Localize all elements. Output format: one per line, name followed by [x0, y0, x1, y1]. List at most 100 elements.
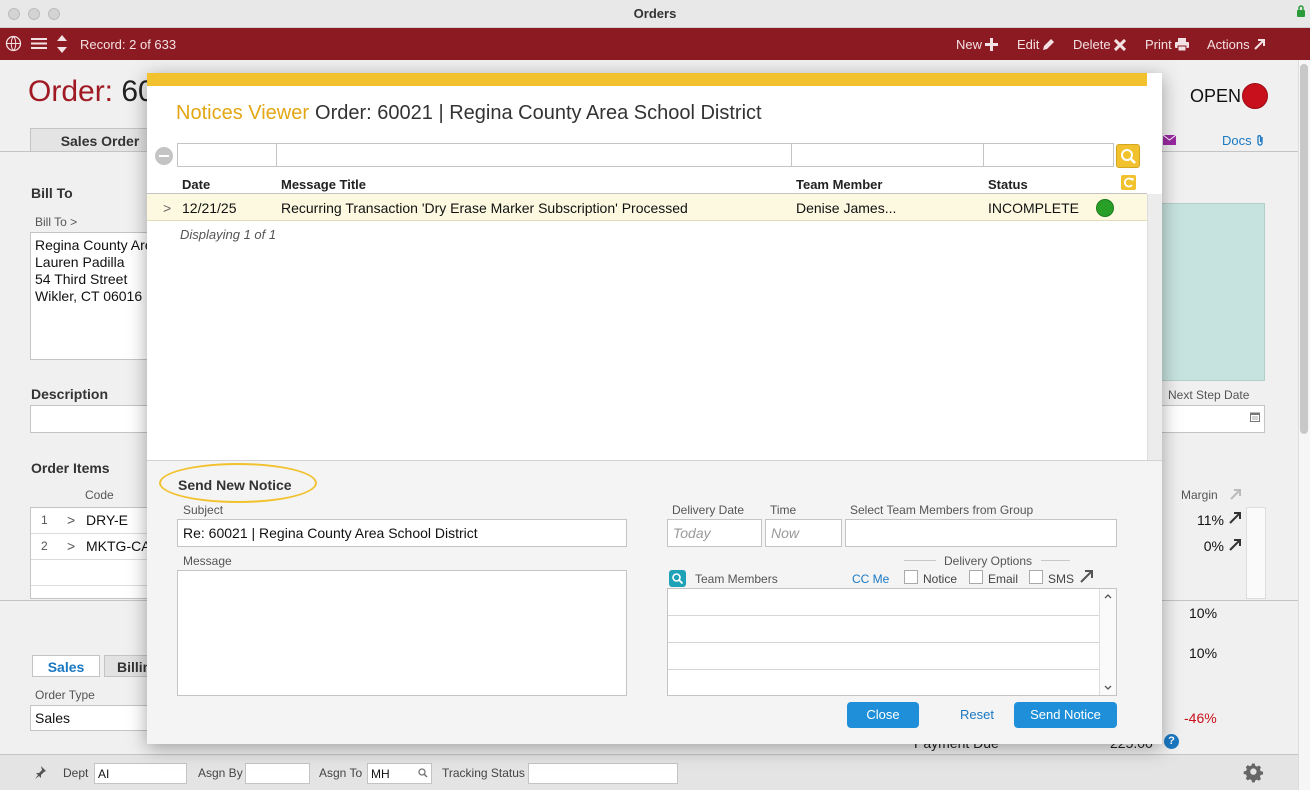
lock-icon	[1297, 5, 1305, 17]
docs-label: Docs	[1222, 133, 1252, 148]
reset-button[interactable]: Reset	[960, 707, 994, 722]
edit-button[interactable]: Edit	[1017, 37, 1055, 52]
x-icon	[1113, 38, 1126, 51]
bill-to-link[interactable]: Bill To >	[35, 215, 77, 229]
close-button[interactable]: Close	[847, 702, 919, 728]
title-filter-input[interactable]	[276, 143, 792, 167]
pin-icon[interactable]	[33, 765, 47, 779]
member-filter-input[interactable]	[791, 143, 984, 167]
delivery-date-field[interactable]: Today	[667, 519, 762, 547]
main-scrollbar-thumb[interactable]	[1300, 64, 1308, 434]
bill-to-section-label: Bill To	[31, 185, 73, 201]
row-expand-chevron[interactable]: >	[67, 512, 75, 528]
record-counter: Record: 2 of 633	[80, 37, 177, 52]
item-code: DRY-E	[86, 512, 129, 528]
delete-label: Delete	[1073, 37, 1111, 52]
date-column-header[interactable]: Date	[182, 177, 210, 192]
envelope-icon	[1162, 134, 1177, 145]
status-filter-input[interactable]	[983, 143, 1114, 167]
subject-label: Subject	[183, 503, 224, 517]
calendar-icon[interactable]	[1250, 412, 1260, 422]
arrow-up-right-icon	[1253, 39, 1265, 50]
delete-button[interactable]: Delete	[1073, 37, 1126, 52]
row-index: 2	[41, 539, 48, 553]
list-item[interactable]	[668, 616, 1100, 643]
table-row[interactable]: 2 > MKTG-CAT	[31, 534, 158, 560]
bill-to-line: Lauren Padilla	[35, 254, 125, 270]
date-filter-input[interactable]	[177, 143, 277, 167]
tracking-status-field[interactable]	[528, 763, 678, 784]
subject-field[interactable]: Re: 60021 | Regina County Area School Di…	[177, 519, 627, 547]
list-item[interactable]	[668, 589, 1100, 616]
team-members-list[interactable]	[667, 588, 1117, 696]
ship-to-panel	[1160, 203, 1265, 381]
title-column-header[interactable]: Message Title	[281, 177, 366, 192]
list-item[interactable]	[668, 643, 1100, 670]
arrow-up-right-icon[interactable]	[1229, 512, 1241, 524]
team-group-select[interactable]	[845, 519, 1117, 547]
chevron-down-icon[interactable]	[1104, 685, 1112, 691]
order-type-label: Order Type	[35, 688, 95, 702]
delivery-date-label: Delivery Date	[672, 503, 745, 517]
search-icon	[672, 573, 684, 585]
row-expand-chevron[interactable]: >	[67, 538, 75, 554]
notice-checkbox[interactable]	[904, 570, 918, 584]
order-items-scrollbar[interactable]	[1246, 507, 1266, 599]
team-members-search-button[interactable]	[669, 570, 686, 587]
sms-checkbox[interactable]	[1029, 570, 1043, 584]
description-field[interactable]	[30, 405, 155, 433]
globe-icon[interactable]	[5, 35, 22, 52]
search-icon[interactable]	[418, 768, 428, 778]
table-row[interactable]: 1 > DRY-E	[31, 508, 156, 534]
cc-me-link[interactable]: CC Me	[852, 572, 889, 586]
select-group-label: Select Team Members from Group	[850, 503, 1034, 517]
arrow-up-right-icon[interactable]	[1229, 539, 1241, 551]
table-row[interactable]: > 12/21/25 Recurring Transaction 'Dry Er…	[147, 194, 1147, 221]
order-items-table: 1 > DRY-E 2 > MKTG-CAT	[30, 507, 158, 599]
message-field[interactable]	[177, 570, 627, 696]
refresh-icon	[1123, 177, 1134, 188]
asgn-to-label: Asgn To	[319, 766, 363, 780]
notices-list-scrollbar[interactable]	[1147, 194, 1162, 460]
new-button[interactable]: New	[956, 37, 999, 52]
refresh-button[interactable]	[1121, 175, 1136, 190]
order-title: Order: 60	[28, 75, 155, 109]
status-column-header[interactable]: Status	[988, 177, 1028, 192]
team-members-scrollbar[interactable]	[1099, 589, 1116, 695]
search-button[interactable]	[1116, 144, 1140, 168]
email-option-label: Email	[988, 572, 1019, 586]
send-notice-button[interactable]: Send Notice	[1014, 702, 1117, 728]
member-column-header[interactable]: Team Member	[796, 177, 882, 192]
arrow-up-right-icon[interactable]	[1080, 570, 1093, 583]
email-checkbox[interactable]	[969, 570, 983, 584]
time-field[interactable]: Now	[765, 519, 842, 547]
arrow-up-right-icon[interactable]	[1230, 489, 1241, 500]
bill-to-line: 54 Third Street	[35, 271, 128, 287]
asgn-by-field[interactable]	[245, 763, 310, 784]
table-row[interactable]	[31, 560, 156, 586]
order-type-field[interactable]: Sales	[30, 705, 155, 731]
chevron-up-icon[interactable]	[1104, 593, 1112, 599]
tab-docs[interactable]: Docs	[1222, 133, 1265, 148]
printer-icon	[1174, 38, 1189, 51]
new-label: New	[956, 37, 983, 52]
order-title-label: Order:	[28, 75, 114, 108]
notices-viewer-dialog: Notices Viewer Order: 60021 | Regina Coun…	[147, 73, 1162, 744]
help-icon[interactable]: ?	[1164, 734, 1179, 749]
code-column-header: Code	[85, 488, 114, 502]
dept-field[interactable]: AI	[94, 763, 187, 784]
send-new-notice-section: Send New Notice Subject Re: 60021 | Regi…	[147, 460, 1162, 744]
record-stepper-icon[interactable]	[56, 34, 68, 54]
tab-sales[interactable]: Sales	[32, 655, 100, 677]
print-button[interactable]: Print	[1145, 37, 1189, 52]
paperclip-icon	[1256, 135, 1263, 146]
bill-to-address[interactable]: Regina County Are Lauren Padilla 54 Thir…	[30, 232, 160, 360]
send-new-notice-heading: Send New Notice	[178, 477, 292, 493]
percent-value-negative: -46%	[1184, 710, 1217, 726]
gear-icon[interactable]	[1243, 763, 1264, 784]
order-status-label: OPEN	[1190, 86, 1242, 106]
menu-icon[interactable]	[31, 37, 47, 50]
actions-button[interactable]: Actions	[1207, 37, 1266, 52]
row-expand-chevron[interactable]: >	[163, 200, 171, 216]
clear-filter-icon[interactable]	[155, 147, 173, 165]
